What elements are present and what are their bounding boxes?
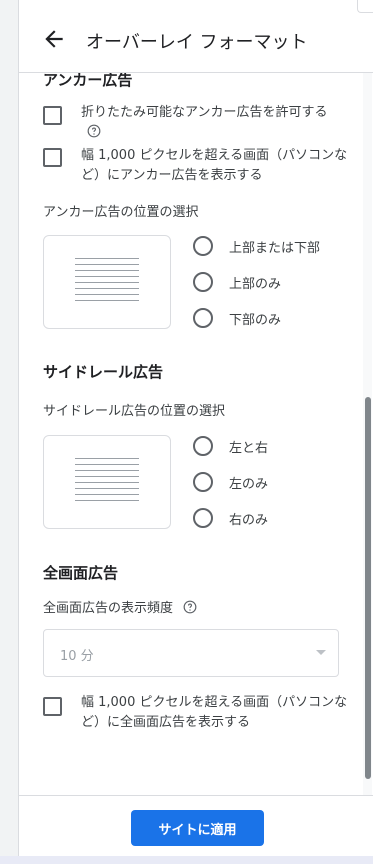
scrollbar-thumb[interactable] <box>365 397 371 779</box>
apply-to-site-button[interactable]: サイトに適用 <box>131 810 264 846</box>
siderail-position-label: サイドレール広告の位置の選択 <box>43 404 226 419</box>
collapsible-anchor-checkbox[interactable] <box>43 106 62 125</box>
anchor-bottom-only-label: 下部のみ <box>229 313 282 328</box>
interstitial-frequency-label: 全画面広告の表示頻度 <box>43 597 197 616</box>
anchor-preview-thumbnail <box>43 235 171 329</box>
help-icon[interactable] <box>87 124 101 138</box>
window-corner <box>357 0 373 13</box>
interstitial-frequency-select[interactable]: 10 分 <box>43 629 339 677</box>
anchor-position-label: アンカー広告の位置の選択 <box>43 205 199 220</box>
left-page-strip <box>0 0 19 864</box>
arrow-left-icon[interactable] <box>41 26 67 52</box>
siderail-left-and-right-label: 左と右 <box>229 441 269 456</box>
siderail-left-only-radio[interactable] <box>193 472 213 492</box>
anchor-top-or-bottom-label: 上部または下部 <box>229 241 321 256</box>
siderail-right-only-radio[interactable] <box>193 508 213 528</box>
anchor-section-title: アンカー広告 <box>43 73 133 89</box>
anchor-top-or-bottom-radio[interactable] <box>193 236 213 256</box>
interstitial-section-title: 全画面広告 <box>43 564 119 582</box>
page-lines-illustration <box>75 258 139 306</box>
anchor-bottom-only-radio[interactable] <box>193 308 213 328</box>
interstitial-large-screen-label: 幅 1,000 ピクセルを超える画面（パソコンなど）に全画面広告を表示する <box>81 695 348 730</box>
chevron-down-icon <box>316 650 326 655</box>
settings-content: アンカー広告 折りたたみ可能なアンカー広告を許可する 幅 1,000 ピクセルを… <box>19 73 364 795</box>
select-value: 10 分 <box>60 649 94 664</box>
siderail-preview-thumbnail <box>43 435 171 529</box>
siderail-left-and-right-radio[interactable] <box>193 436 213 456</box>
anchor-top-only-radio[interactable] <box>193 272 213 292</box>
anchor-top-only-label: 上部のみ <box>229 277 282 292</box>
anchor-large-screen-label: 幅 1,000 ピクセルを超える画面（パソコンなど）にアンカー広告を表示する <box>81 148 348 183</box>
siderail-right-only-label: 右のみ <box>229 513 269 528</box>
siderail-section-title: サイドレール広告 <box>43 363 164 381</box>
panel-header: オーバーレイ フォーマット <box>19 0 373 73</box>
help-icon[interactable] <box>183 600 197 614</box>
overlay-format-panel: オーバーレイ フォーマット アンカー広告 折りたたみ可能なアンカー広告を許可する… <box>19 0 373 857</box>
anchor-large-screen-checkbox[interactable] <box>43 148 62 167</box>
panel-footer: サイトに適用 <box>19 795 373 857</box>
collapsible-anchor-label: 折りたたみ可能なアンカー広告を許可する <box>81 103 351 143</box>
page-lines-illustration <box>75 458 139 506</box>
bottom-page-strip <box>0 856 373 864</box>
siderail-left-only-label: 左のみ <box>229 477 269 492</box>
page-title: オーバーレイ フォーマット <box>86 32 308 53</box>
interstitial-large-screen-checkbox[interactable] <box>43 697 62 716</box>
